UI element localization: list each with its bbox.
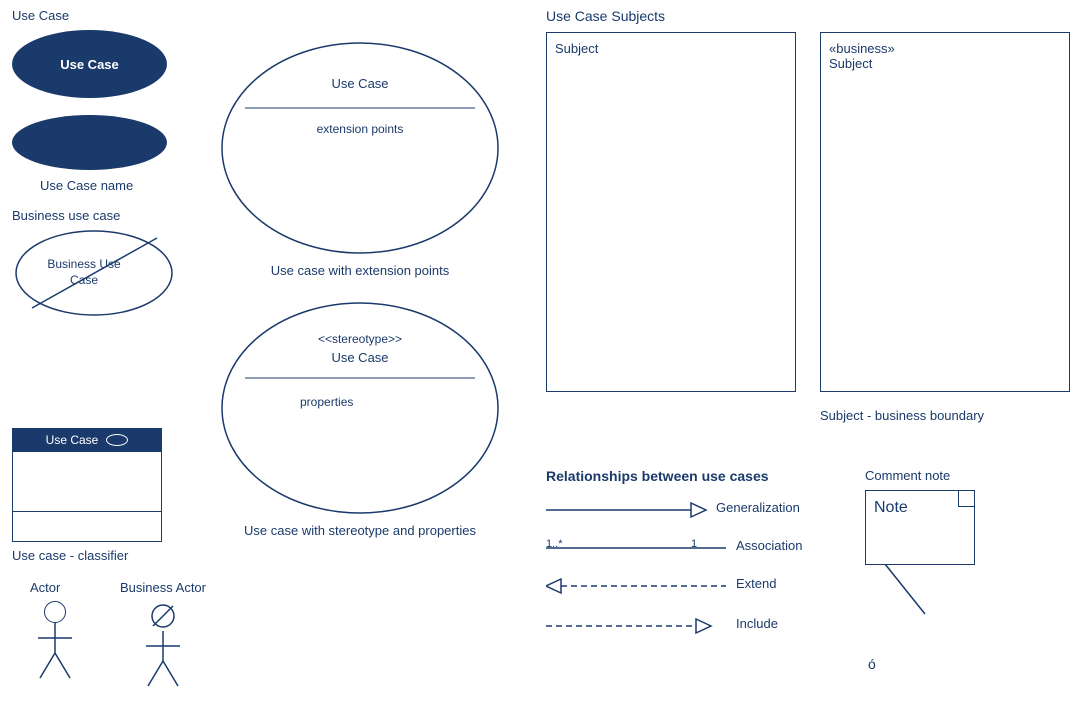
actor-figure [30,601,80,703]
stereotype-caption: Use case with stereotype and properties [244,523,476,538]
svg-text:extension points: extension points [317,122,404,136]
classifier-section-1 [13,511,161,541]
business-actor-head-svg [148,601,178,631]
note-fold [958,491,974,507]
use-case-name-label: Use Case name [40,178,133,193]
svg-text:properties: properties [300,395,353,409]
instance-symbol: ó [868,656,876,672]
subject1-label: Subject [555,41,598,56]
svg-text:Case: Case [70,273,98,287]
classifier-title: Use Case [46,433,99,447]
extension-points-ellipse-svg: Use Case extension points [215,28,505,258]
subject-box-2: «business» Subject [820,32,1070,392]
extension-points-caption: Use case with extension points [271,263,449,278]
stereotype-ellipse-svg: <<stereotype>> Use Case properties [215,288,505,518]
subjects-section-label: Use Case Subjects [546,8,665,24]
relationships-label: Relationships between use cases [546,468,769,484]
business-actor-figure [120,601,206,711]
svg-text:Use Case: Use Case [331,350,388,365]
note-box: Note [865,490,975,565]
actor-head [44,601,66,623]
include-arrow-svg [546,612,746,640]
svg-text:<<stereotype>>: <<stereotype>> [318,332,402,346]
association-left-mult: 1..* [546,538,563,550]
include-label: Include [736,616,778,631]
business-actor-body-svg [138,631,188,711]
svg-text:Business Use: Business Use [47,257,121,271]
use-case-unnamed-ellipse [12,115,167,170]
subject-box-1: Subject [546,32,796,392]
association-right-mult: 1 [691,538,697,550]
svg-text:Use Case: Use Case [331,76,388,91]
association-label: Association [736,538,802,553]
business-actor-label: Business Actor [120,580,206,595]
note-line-svg [885,564,945,624]
association-line-svg [546,534,746,562]
subject-boundary-caption: Subject - business boundary [820,408,984,423]
classifier-header: Use Case [13,429,161,451]
use-case-classifier-box: Use Case [12,428,162,542]
actor-label: Actor [30,580,60,595]
use-case-section-label: Use Case [12,8,69,23]
note-text: Note [874,499,908,516]
extend-arrow-svg [546,572,746,600]
subject2-stereotype: «business» [829,41,895,56]
actor-body-svg [30,623,80,703]
generalization-label: Generalization [716,500,800,515]
business-use-case-ellipse: Business Use Case [12,228,177,318]
comment-note-label: Comment note [865,468,950,483]
use-case-filled-ellipse: Use Case [12,30,167,98]
classifier-oval-icon [106,434,128,446]
classifier-body [13,451,161,511]
subject2-label: Subject [829,56,872,71]
use-case-filled-label: Use Case [60,57,119,72]
business-use-case-section-label: Business use case [12,208,120,223]
extend-label: Extend [736,576,776,591]
classifier-label: Use case - classifier [12,548,128,563]
